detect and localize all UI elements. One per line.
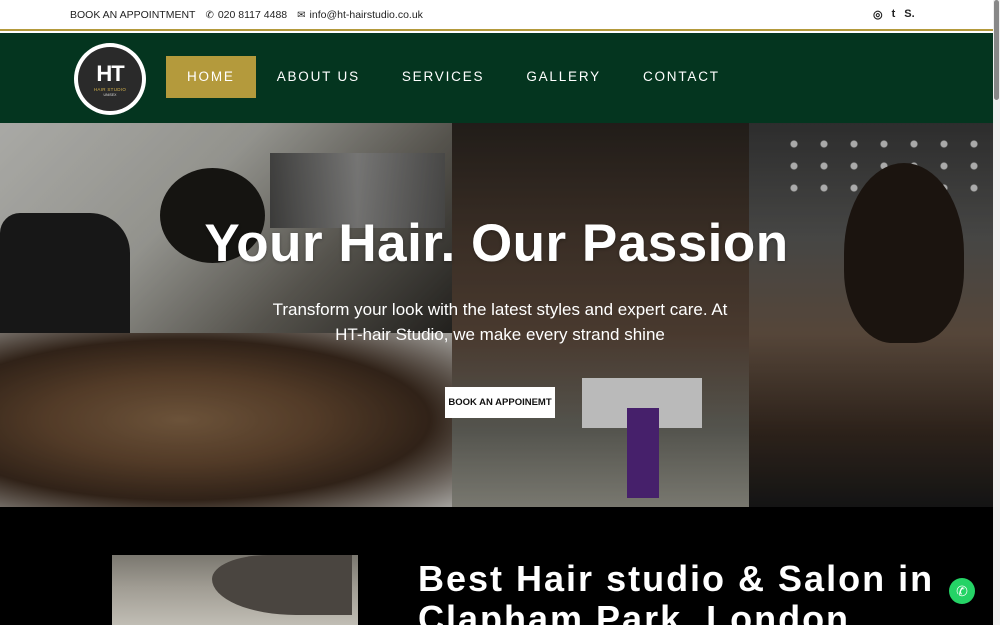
- envelope-icon: ✉: [297, 9, 306, 21]
- book-appointment-link[interactable]: BOOK AN APPOINTMENT: [70, 9, 195, 21]
- phone-icon: ✆: [205, 9, 214, 21]
- tumblr-icon[interactable]: t: [892, 8, 896, 21]
- logo-badge: HT HAIR STUDIO UNISEX: [78, 47, 142, 111]
- hero-banner: Your Hair. Our Passion Transform your lo…: [0, 123, 993, 507]
- logo-line1: HAIR STUDIO: [93, 87, 127, 92]
- about-photo: [112, 555, 358, 625]
- contact-info: BOOK AN APPOINTMENT ✆ 020 8117 4488 ✉ in…: [70, 9, 423, 21]
- page-scrollbar[interactable]: [993, 0, 1000, 625]
- nav-item-contact[interactable]: CONTACT: [622, 56, 741, 98]
- email-address[interactable]: info@ht-hairstudio.co.uk: [310, 9, 423, 21]
- nav-item-home[interactable]: HOME: [166, 56, 256, 98]
- about-section: Best Hair studio & Salon in Clapham Park…: [0, 507, 993, 625]
- nav-menu: HOME ABOUT US SERVICES GALLERY CONTACT: [166, 56, 741, 98]
- hero-title: Your Hair. Our Passion: [204, 214, 789, 273]
- main-navbar: HT HAIR STUDIO UNISEX HOME ABOUT US SERV…: [0, 33, 993, 123]
- logo-line2: UNISEX: [103, 93, 117, 97]
- email-link[interactable]: ✉ info@ht-hairstudio.co.uk: [297, 9, 423, 21]
- nav-item-services[interactable]: SERVICES: [381, 56, 505, 98]
- site-logo[interactable]: HT HAIR STUDIO UNISEX: [74, 43, 146, 115]
- scrollbar-thumb[interactable]: [994, 0, 999, 100]
- squarespace-icon[interactable]: S.: [904, 8, 914, 21]
- social-links: ◎ t S.: [873, 8, 915, 21]
- phone-number[interactable]: 020 8117 4488: [218, 9, 287, 21]
- top-bar: BOOK AN APPOINTMENT ✆ 020 8117 4488 ✉ in…: [0, 0, 993, 31]
- about-heading: Best Hair studio & Salon in Clapham Park…: [418, 558, 935, 625]
- barber-arm-shape: [212, 555, 352, 615]
- instagram-icon[interactable]: ◎: [873, 8, 883, 21]
- hero-tagline: Transform your look with the latest styl…: [272, 300, 728, 344]
- whatsapp-icon[interactable]: ✆: [949, 578, 975, 604]
- book-appointment-button[interactable]: BOOK AN APPOINEMT: [445, 387, 555, 418]
- phone-link[interactable]: ✆ 020 8117 4488: [205, 9, 287, 21]
- nav-item-gallery[interactable]: GALLERY: [505, 56, 622, 98]
- logo-initials: HT: [96, 61, 124, 86]
- nav-item-about-us[interactable]: ABOUT US: [256, 56, 381, 98]
